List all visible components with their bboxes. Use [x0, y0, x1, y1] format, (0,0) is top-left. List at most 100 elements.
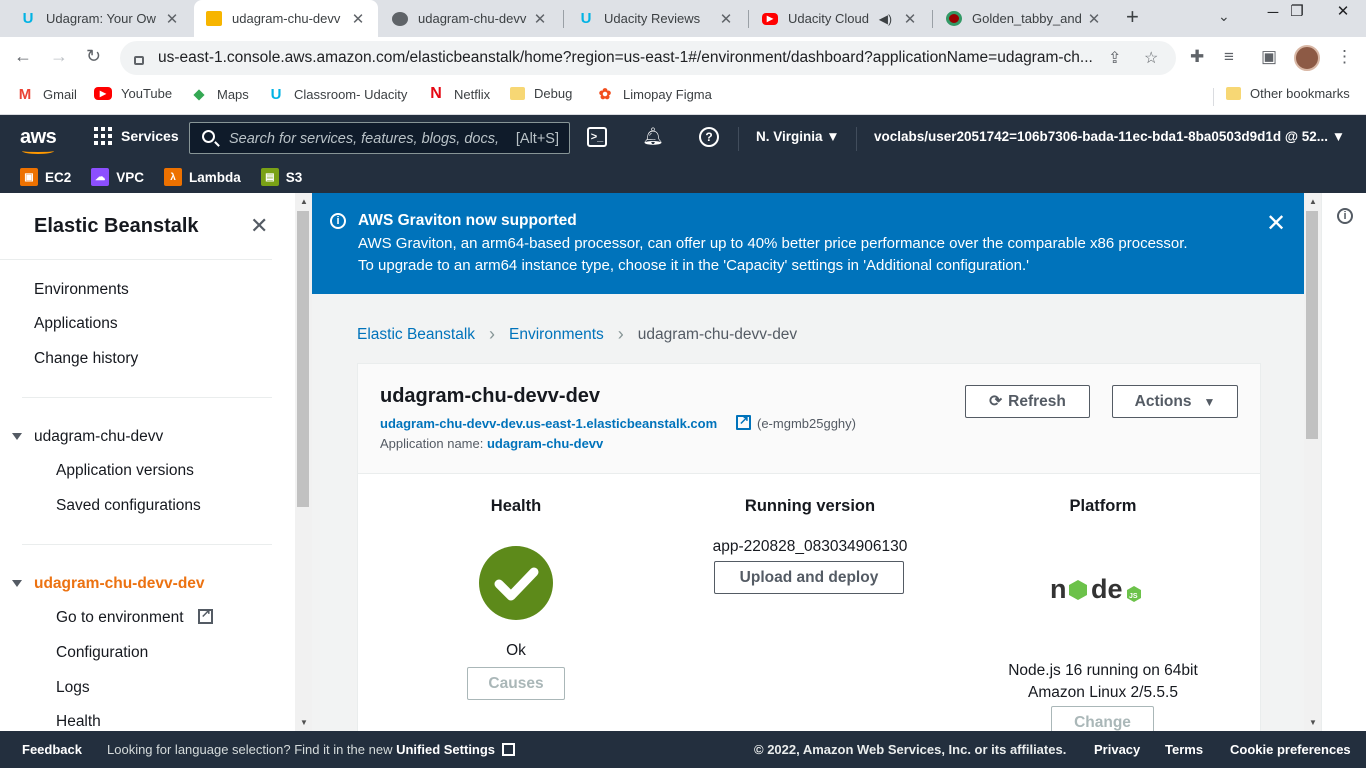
change-platform-button[interactable]: Change: [1051, 706, 1154, 731]
search-input[interactable]: Search for services, features, blogs, do…: [189, 122, 570, 154]
tab-udacity-cloud[interactable]: ▶ Udacity Cloud ◀) ✕: [750, 0, 930, 37]
scroll-down-icon[interactable]: ▼: [300, 718, 308, 727]
sidebar-item-applications[interactable]: Applications: [34, 315, 118, 333]
udacity-icon: U: [580, 10, 592, 27]
bookmark-limopay-figma[interactable]: ✿ Limopay Figma: [596, 86, 712, 103]
close-window-icon[interactable]: ✕: [1320, 2, 1366, 20]
refresh-button[interactable]: ⟳ Refresh: [965, 385, 1090, 418]
profile-avatar[interactable]: [1294, 45, 1320, 71]
restore-icon[interactable]: ❐: [1274, 2, 1320, 20]
region-selector[interactable]: N. Virginia ▼: [756, 129, 840, 144]
bookmark-gmail[interactable]: M Gmail: [16, 86, 77, 103]
health-heading: Health: [490, 497, 542, 515]
main-scrollbar[interactable]: ▲ ▼: [1304, 193, 1321, 731]
sidebar-item-saved-configurations[interactable]: Saved configurations: [56, 497, 201, 515]
media-control-icon[interactable]: ≡: [1224, 47, 1234, 67]
close-tab-icon[interactable]: ✕: [1086, 10, 1102, 28]
tab-beanstalk-2[interactable]: udagram-chu-devv ✕: [380, 0, 560, 37]
close-tab-icon[interactable]: ✕: [350, 10, 366, 28]
side-panel-icon[interactable]: ▣: [1261, 47, 1277, 67]
sidebar-item-health[interactable]: Health: [56, 713, 101, 731]
actions-dropdown-button[interactable]: Actions ▼: [1112, 385, 1238, 418]
tab-udagram[interactable]: U Udagram: Your Ow ✕: [8, 0, 192, 37]
dismiss-banner-icon[interactable]: ✕: [1266, 209, 1286, 238]
bookmark-classroom-udacity[interactable]: U Classroom- Udacity: [267, 86, 408, 103]
other-bookmarks[interactable]: Other bookmarks: [1226, 86, 1350, 101]
scroll-up-icon[interactable]: ▲: [300, 197, 308, 206]
sidebar-item-change-history[interactable]: Change history: [34, 350, 138, 368]
back-icon[interactable]: ←: [14, 46, 32, 67]
tab-udacity-reviews[interactable]: U Udacity Reviews ✕: [566, 0, 746, 37]
bookmark-netflix[interactable]: N Netflix: [427, 85, 490, 102]
sidebar-item-logs[interactable]: Logs: [56, 679, 90, 697]
aws-smile-icon: [22, 148, 54, 154]
reload-icon[interactable]: ↻: [86, 46, 101, 67]
scrollbar-thumb[interactable]: [297, 211, 309, 507]
sidebar-scrollbar[interactable]: ▲ ▼: [295, 193, 312, 731]
cloudshell-icon[interactable]: >_: [587, 127, 607, 147]
chevron-right-icon: ›: [617, 324, 624, 344]
url-text[interactable]: us-east-1.console.aws.amazon.com/elastic…: [158, 49, 1093, 67]
extensions-icon[interactable]: ✚: [1190, 47, 1204, 67]
bookmark-youtube[interactable]: ▶ YouTube: [94, 86, 172, 101]
scrollbar-thumb[interactable]: [1306, 211, 1318, 439]
tab-search-chevron-icon[interactable]: ⌄: [1218, 8, 1230, 25]
close-sidebar-icon[interactable]: ✕: [250, 213, 268, 239]
favorite-lambda[interactable]: λ Lambda: [164, 168, 241, 186]
account-menu[interactable]: voclabs/user2051742=106b7306-bada-11ec-b…: [874, 129, 1345, 144]
terms-link[interactable]: Terms: [1165, 742, 1203, 757]
info-panel-icon[interactable]: i: [1337, 208, 1353, 224]
close-tab-icon[interactable]: ✕: [164, 10, 180, 28]
sidebar-divider: [0, 259, 272, 260]
notifications-bell-icon[interactable]: 🔔︎: [642, 127, 664, 147]
feedback-link[interactable]: Feedback: [22, 742, 82, 757]
breadcrumb-environments[interactable]: Environments: [509, 326, 604, 344]
help-icon[interactable]: ?: [699, 127, 719, 147]
external-link-icon[interactable]: [736, 413, 751, 430]
caret-down-icon[interactable]: [12, 580, 22, 587]
scroll-up-icon[interactable]: ▲: [1309, 197, 1317, 206]
breadcrumb-elastic-beanstalk[interactable]: Elastic Beanstalk: [357, 326, 475, 344]
tab-beanstalk-active[interactable]: udagram-chu-devv ✕: [194, 0, 378, 37]
bookmark-maps[interactable]: ⬥ Maps: [190, 86, 249, 103]
environment-url-link[interactable]: udagram-chu-devv-dev.us-east-1.elasticbe…: [380, 416, 717, 431]
netflix-icon: N: [430, 85, 442, 102]
close-tab-icon[interactable]: ✕: [532, 10, 548, 28]
caret-down-icon[interactable]: [12, 433, 22, 440]
sidebar-group-environment-active[interactable]: udagram-chu-devv-dev: [34, 575, 205, 593]
aws-box-icon: [206, 11, 222, 26]
share-icon[interactable]: ⇪: [1108, 48, 1121, 68]
favorite-ec2[interactable]: ▣ EC2: [20, 168, 71, 186]
sidebar-item-go-to-environment[interactable]: Go to environment ↗: [56, 606, 213, 627]
sidebar-item-configuration[interactable]: Configuration: [56, 644, 148, 662]
close-tab-icon[interactable]: ✕: [902, 10, 918, 28]
scroll-down-icon[interactable]: ▼: [1309, 718, 1317, 727]
audio-playing-icon[interactable]: ◀): [879, 12, 892, 26]
bookmark-star-icon[interactable]: ☆: [1144, 48, 1158, 68]
services-menu-button[interactable]: Services: [94, 127, 179, 145]
favorite-vpc[interactable]: ☁ VPC: [91, 168, 144, 186]
browser-tab-bar: U Udagram: Your Ow ✕ udagram-chu-devv ✕ …: [0, 0, 1366, 37]
platform-heading: Platform: [1069, 497, 1137, 515]
sidebar-item-environments[interactable]: Environments: [34, 281, 129, 299]
bookmark-debug[interactable]: Debug: [510, 86, 572, 101]
environment-id: (e-mgmb25gghy): [757, 416, 856, 431]
unified-settings-link[interactable]: Unified Settings: [396, 742, 495, 757]
sidebar-title[interactable]: Elastic Beanstalk: [34, 215, 199, 238]
address-bar[interactable]: us-east-1.console.aws.amazon.com/elastic…: [120, 41, 1176, 75]
aws-console-header: aws Services Search for services, featur…: [0, 115, 1366, 193]
causes-button[interactable]: Causes: [467, 667, 565, 700]
favorite-s3[interactable]: ▤ S3: [260, 168, 302, 186]
chrome-menu-icon[interactable]: ⋮: [1336, 47, 1353, 67]
aws-logo[interactable]: aws: [20, 126, 57, 154]
close-tab-icon[interactable]: ✕: [718, 10, 734, 28]
sidebar-group-application[interactable]: udagram-chu-devv: [34, 428, 163, 446]
application-name-link[interactable]: udagram-chu-devv: [487, 436, 603, 451]
new-tab-icon[interactable]: +: [1126, 4, 1139, 30]
tab-golden-tabby[interactable]: Golden_tabby_and ✕: [934, 0, 1114, 37]
upload-and-deploy-button[interactable]: Upload and deploy: [714, 561, 904, 594]
privacy-link[interactable]: Privacy: [1094, 742, 1140, 757]
cookie-preferences-link[interactable]: Cookie preferences: [1230, 742, 1351, 757]
forward-icon[interactable]: →: [50, 46, 68, 67]
sidebar-item-application-versions[interactable]: Application versions: [56, 462, 194, 480]
